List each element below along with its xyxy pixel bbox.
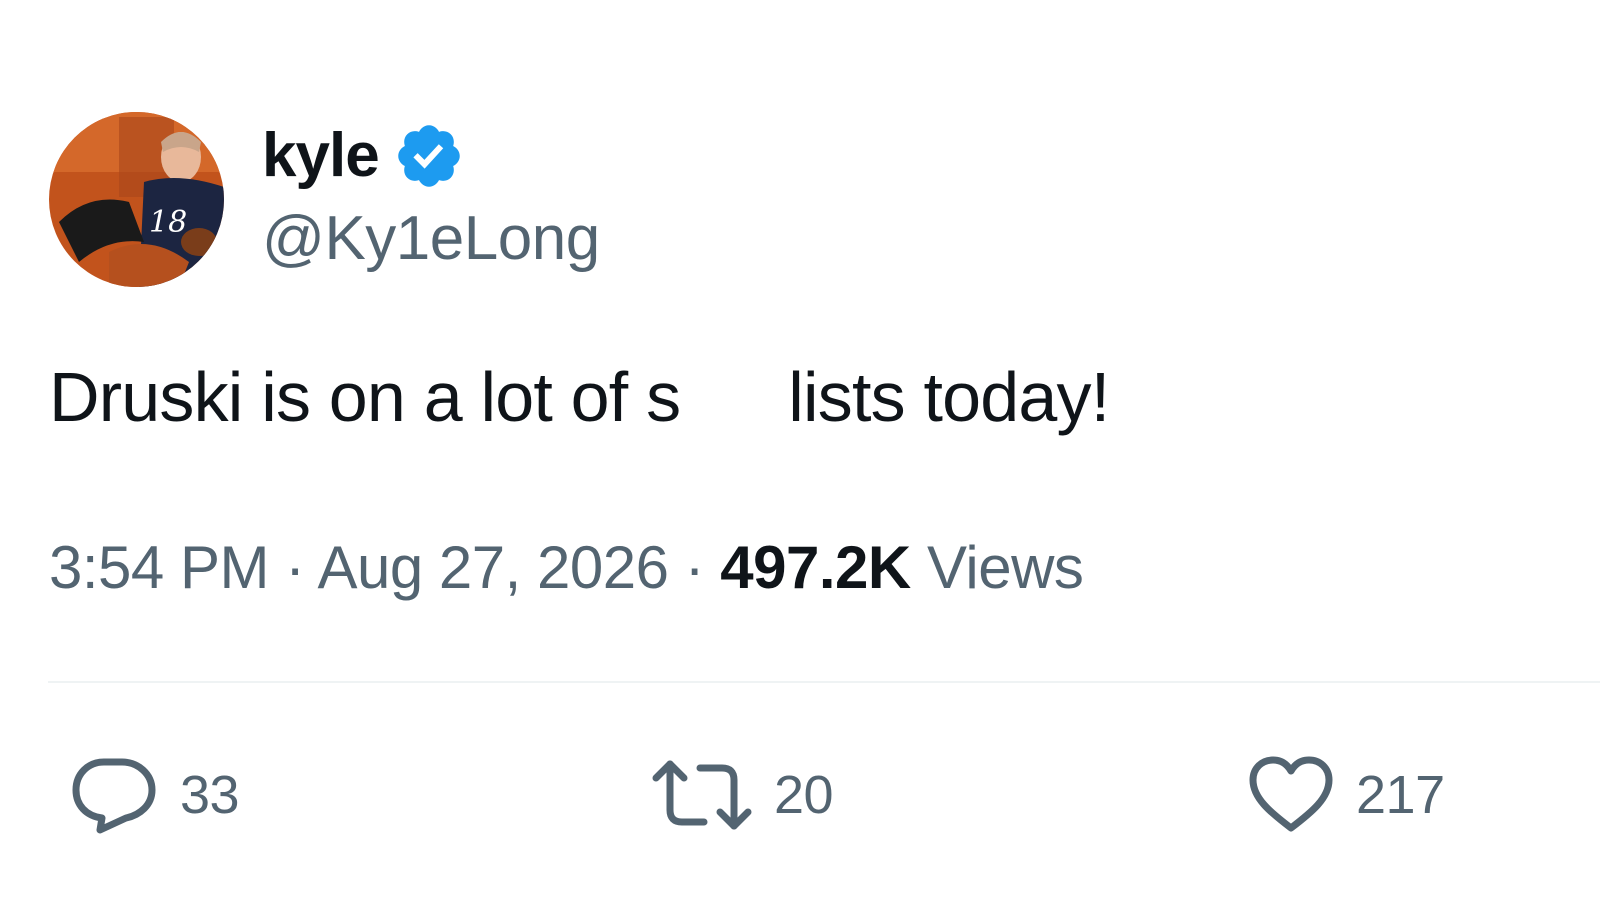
avatar[interactable]: 18 bbox=[49, 112, 224, 287]
author-name-row: kyle bbox=[262, 118, 465, 194]
author-handle[interactable]: @Ky1eLong bbox=[262, 208, 600, 270]
meta-separator: · bbox=[668, 534, 721, 601]
like-count: 217 bbox=[1356, 765, 1445, 825]
tweet-text: Druski is on a lot of s lists today! bbox=[49, 362, 1110, 432]
tweet-text-end: lists today! bbox=[788, 358, 1110, 436]
svg-text:18: 18 bbox=[149, 205, 187, 240]
retweet-count: 20 bbox=[774, 765, 834, 825]
views-label: Views bbox=[926, 534, 1084, 601]
reply-button[interactable]: 33 bbox=[70, 755, 240, 835]
tweet-text-start: Druski is on a lot of s bbox=[49, 358, 681, 436]
avatar-image: 18 bbox=[49, 112, 224, 287]
tweet-time[interactable]: 3:54 PM bbox=[49, 534, 269, 601]
heart-icon bbox=[1249, 756, 1333, 832]
meta-separator: · bbox=[268, 534, 318, 601]
retweet-icon bbox=[652, 760, 752, 830]
like-button[interactable]: 217 bbox=[1248, 755, 1445, 835]
views-count[interactable]: 497.2K bbox=[720, 534, 911, 601]
verified-badge-icon bbox=[397, 125, 460, 187]
tweet-date[interactable]: Aug 27, 2026 bbox=[317, 534, 668, 601]
divider bbox=[48, 681, 1600, 683]
retweet-button[interactable]: 20 bbox=[652, 755, 834, 835]
reply-count: 33 bbox=[180, 765, 240, 825]
reply-icon bbox=[72, 758, 156, 834]
tweet-metadata: 3:54 PM · Aug 27, 2026 · 497.2K Views bbox=[49, 538, 1084, 598]
tweet-card: 18 kyle @Ky1eLong Druski is on a lot of … bbox=[0, 0, 1600, 900]
display-name[interactable]: kyle bbox=[262, 125, 380, 187]
